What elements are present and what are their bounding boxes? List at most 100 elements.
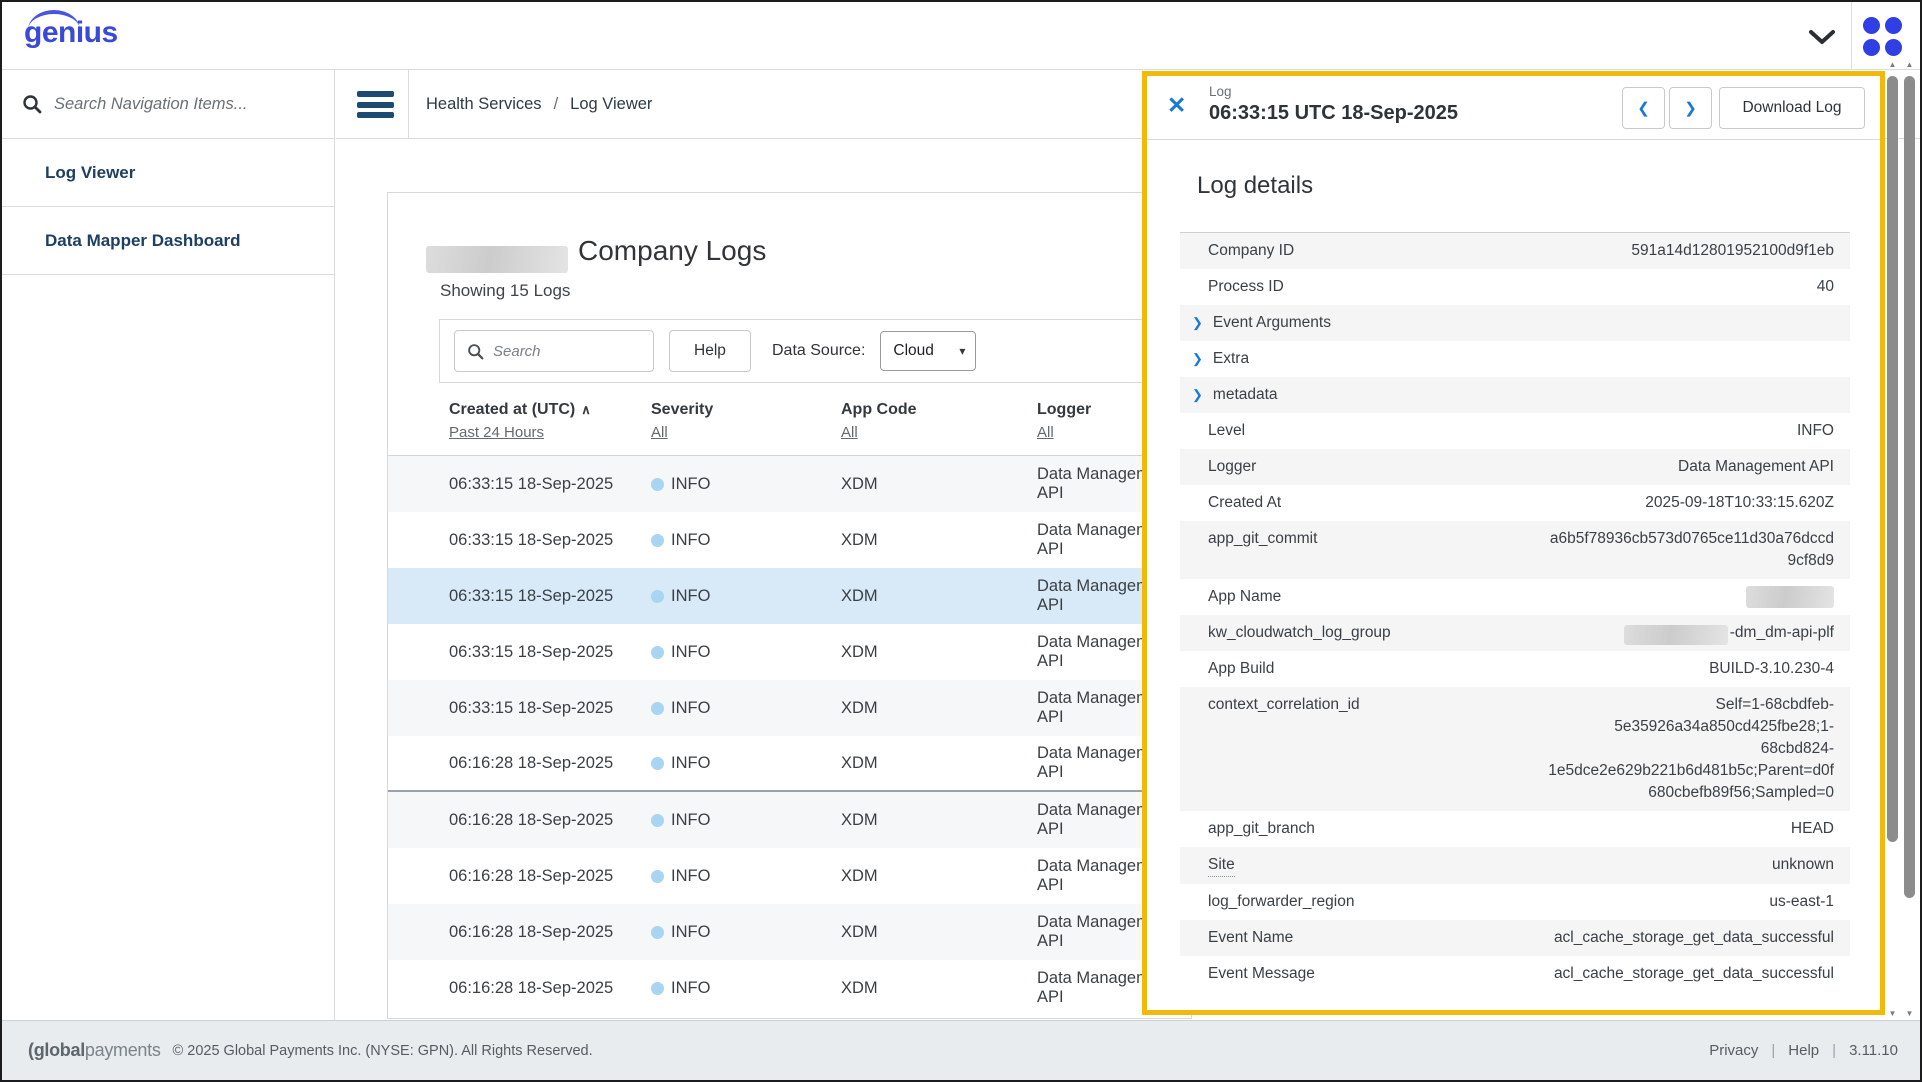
scrollbar-thumb[interactable]: [1904, 76, 1915, 898]
footer-separator: |: [1771, 1042, 1775, 1059]
column-label: Severity: [651, 401, 713, 419]
page-scrollbar[interactable]: ▲ ▼: [1903, 60, 1916, 1018]
header-chevron-down-icon[interactable]: [1808, 29, 1836, 45]
panel-title: 06:33:15 UTC 18-Sep-2025: [1209, 102, 1458, 125]
table-row[interactable]: 06:16:28 18-Sep-2025INFOXDMData Manageme…: [388, 848, 1191, 904]
table-row[interactable]: 06:16:28 18-Sep-2025INFOXDMData Manageme…: [388, 736, 1191, 792]
previous-log-button[interactable]: ❮: [1622, 87, 1665, 129]
data-source-label: Data Source:: [772, 342, 865, 360]
logo-arc: [28, 10, 80, 30]
sidebar-search-input[interactable]: [54, 95, 304, 114]
apps-grid-icon[interactable]: [1863, 17, 1903, 57]
detail-value: us-east-1: [1769, 891, 1834, 913]
detail-key-label: kw_cloudwatch_log_group: [1208, 622, 1391, 644]
detail-key: Event Message: [1208, 963, 1315, 985]
close-icon[interactable]: ✕: [1167, 94, 1186, 117]
scroll-down-icon[interactable]: ▼: [1903, 1009, 1916, 1018]
cell-app-code: XDM: [841, 754, 1037, 773]
download-log-button[interactable]: Download Log: [1719, 87, 1865, 129]
next-log-button[interactable]: ❯: [1669, 87, 1712, 129]
severity-label: INFO: [671, 867, 710, 886]
footer-links: Privacy | Help | 3.11.10: [1709, 1042, 1898, 1059]
sidebar-item-data-mapper-dashboard[interactable]: Data Mapper Dashboard: [2, 207, 334, 275]
detail-row[interactable]: ❯ Extra: [1180, 341, 1850, 377]
scrollbars: ▲ ▼ ▲ ▼: [1886, 60, 1916, 1018]
filter-app-code[interactable]: All: [841, 424, 858, 441]
table-row[interactable]: 06:16:28 18-Sep-2025INFOXDMData Manageme…: [388, 904, 1191, 960]
globalpayments-logo: (globalpayments: [28, 1040, 161, 1061]
filter-logger[interactable]: All: [1037, 424, 1054, 441]
table-row[interactable]: 06:33:15 18-Sep-2025INFOXDMData Manageme…: [388, 456, 1191, 512]
copyright-text: © 2025 Global Payments Inc. (NYSE: GPN).…: [173, 1043, 593, 1059]
sidebar-item-log-viewer[interactable]: Log Viewer: [2, 139, 334, 207]
chevron-right-icon[interactable]: ❯: [1192, 384, 1203, 406]
table-row[interactable]: 06:16:28 18-Sep-2025INFOXDMData Manageme…: [388, 792, 1191, 848]
breadcrumb-health-services[interactable]: Health Services: [426, 95, 542, 114]
detail-key-label: Level: [1208, 420, 1245, 442]
detail-key-label: Site: [1208, 854, 1235, 877]
cell-app-code: XDM: [841, 643, 1037, 662]
detail-row: Process ID40: [1180, 269, 1850, 305]
chevron-right-icon[interactable]: ❯: [1192, 312, 1203, 334]
cell-created-at: 06:16:28 18-Sep-2025: [449, 754, 651, 773]
table-row[interactable]: 06:33:15 18-Sep-2025INFOXDMData Manageme…: [388, 512, 1191, 568]
detail-value: a6b5f78936cb573d0765ce11d30a76dccd9cf8d9: [1544, 528, 1834, 572]
cell-severity: INFO: [651, 587, 841, 606]
panel-label: Log: [1209, 84, 1232, 99]
hamburger-bar: [357, 91, 394, 97]
table-row[interactable]: 06:33:15 18-Sep-2025INFOXDMData Manageme…: [388, 624, 1191, 680]
detail-key: Company ID: [1208, 240, 1294, 262]
filter-created-at[interactable]: Past 24 Hours: [449, 424, 544, 441]
detail-key-label: Extra: [1213, 348, 1249, 370]
log-details-heading: Log details: [1197, 172, 1313, 200]
detail-row[interactable]: ❯Event Arguments: [1180, 305, 1850, 341]
detail-row: log_forwarder_regionus-east-1: [1180, 884, 1850, 920]
detail-key: Event Name: [1208, 927, 1293, 949]
help-link[interactable]: Help: [1788, 1042, 1819, 1059]
scroll-up-icon[interactable]: ▲: [1886, 60, 1899, 69]
severity-label: INFO: [671, 699, 710, 718]
detail-row: Event Messageacl_cache_storage_get_data_…: [1180, 956, 1850, 992]
table-row[interactable]: 06:33:15 18-Sep-2025INFOXDMData Manageme…: [388, 568, 1191, 624]
detail-row: Siteunknown: [1180, 847, 1850, 884]
panel-scrollbar[interactable]: ▲ ▼: [1886, 60, 1899, 1018]
severity-label: INFO: [671, 643, 710, 662]
column-label: Logger: [1037, 401, 1091, 419]
cell-app-code: XDM: [841, 811, 1037, 830]
chevron-right-icon[interactable]: ❯: [1192, 348, 1203, 370]
info-dot-icon: [651, 590, 664, 603]
scroll-up-icon[interactable]: ▲: [1903, 60, 1916, 69]
search-icon: [22, 94, 42, 114]
cell-app-code: XDM: [841, 475, 1037, 494]
cell-created-at: 06:33:15 18-Sep-2025: [449, 643, 651, 662]
hamburger-menu-icon[interactable]: [357, 91, 394, 118]
info-dot-icon: [651, 757, 664, 770]
cell-created-at: 06:33:15 18-Sep-2025: [449, 699, 651, 718]
detail-row[interactable]: ❯metadata: [1180, 377, 1850, 413]
detail-value: Self=1-68cbdfeb-5e35926a34a850cd425fbe28…: [1544, 694, 1834, 804]
data-source-select[interactable]: Cloud ▾: [880, 331, 976, 371]
sort-created-at[interactable]: Created at (UTC) ∧: [449, 401, 651, 419]
scroll-down-icon[interactable]: ▼: [1886, 1009, 1899, 1018]
detail-key: ❯Event Arguments: [1192, 312, 1331, 334]
chevron-left-icon: ❮: [1637, 99, 1650, 117]
detail-value: [1746, 586, 1834, 608]
help-button[interactable]: Help: [669, 330, 751, 372]
detail-value: BUILD-3.10.230-4: [1709, 658, 1834, 680]
privacy-link[interactable]: Privacy: [1709, 1042, 1758, 1059]
detail-value: -dm_dm-api-plf: [1624, 622, 1834, 644]
filter-severity[interactable]: All: [651, 424, 668, 441]
logs-card: Company Logs Showing 15 Logs Help Data S…: [387, 192, 1192, 1019]
cell-app-code: XDM: [841, 531, 1037, 550]
cell-severity: INFO: [651, 923, 841, 942]
log-table-body: 06:33:15 18-Sep-2025INFOXDMData Manageme…: [388, 456, 1191, 1016]
logs-search-input[interactable]: [493, 343, 633, 360]
detail-key-label: Company ID: [1208, 240, 1294, 262]
top-header: genius: [2, 2, 1920, 70]
cell-severity: INFO: [651, 811, 841, 830]
sidebar-search: [2, 70, 334, 139]
table-row[interactable]: 06:33:15 18-Sep-2025INFOXDMData Manageme…: [388, 680, 1191, 736]
severity-label: INFO: [671, 587, 710, 606]
scrollbar-thumb[interactable]: [1887, 76, 1898, 842]
table-row[interactable]: 06:16:28 18-Sep-2025INFOXDMData Manageme…: [388, 960, 1191, 1016]
